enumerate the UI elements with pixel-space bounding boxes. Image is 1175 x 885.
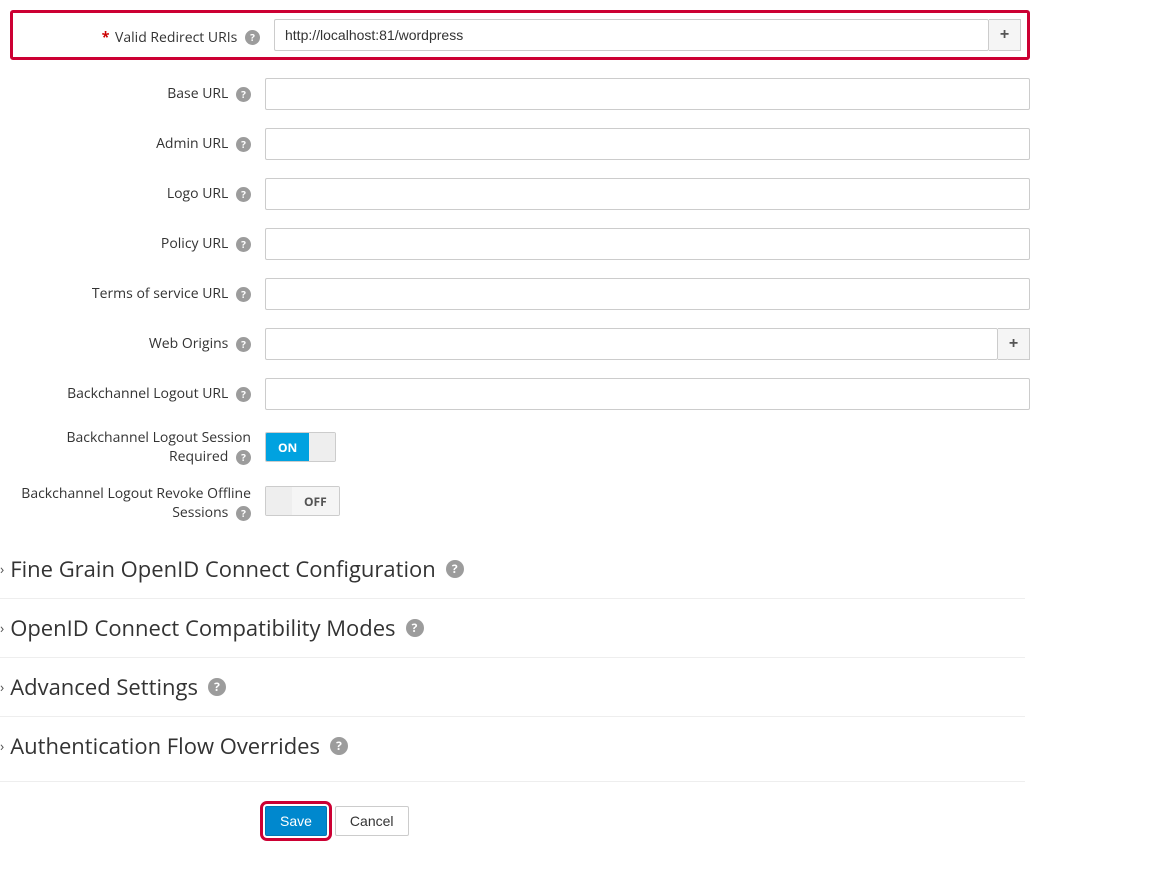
backchannel-logout-url-input[interactable] [265,378,1030,410]
add-redirect-uri-button[interactable]: + [989,19,1021,51]
chevron-right-icon: › [0,678,4,697]
admin-url-row: Admin URL ? [10,128,1030,160]
chevron-right-icon: › [0,560,4,579]
base-url-input[interactable] [265,78,1030,110]
logo-url-row: Logo URL ? [10,178,1030,210]
help-icon[interactable]: ? [236,237,251,252]
section-title: Fine Grain OpenID Connect Configuration [10,554,436,584]
backchannel-logout-session-required-row: Backchannel Logout Session Required ? ON [10,428,1030,466]
section-title: Advanced Settings [10,672,198,702]
plus-icon: + [1009,335,1018,353]
help-icon[interactable]: ? [236,506,251,521]
section-fine-grain-openid[interactable]: › Fine Grain OpenID Connect Configuratio… [0,540,1025,598]
valid-redirect-uris-input[interactable] [274,19,989,51]
backchannel-logout-session-required-toggle[interactable]: ON [265,432,336,462]
required-asterisk: * [102,28,110,47]
admin-url-label: Admin URL ? [10,128,265,153]
cancel-button[interactable]: Cancel [335,806,409,836]
section-auth-flow-overrides[interactable]: › Authentication Flow Overrides ? [0,716,1025,775]
save-button[interactable]: Save [265,806,327,836]
policy-url-label: Policy URL ? [10,228,265,253]
help-icon[interactable]: ? [236,87,251,102]
section-title: OpenID Connect Compatibility Modes [10,613,395,643]
backchannel-logout-revoke-row: Backchannel Logout Revoke Offline Sessio… [10,484,1030,522]
tos-url-label: Terms of service URL ? [10,278,265,303]
backchannel-logout-url-label: Backchannel Logout URL ? [10,378,265,403]
help-icon[interactable]: ? [446,560,464,578]
web-origins-input[interactable] [265,328,998,360]
logo-url-input[interactable] [265,178,1030,210]
form-actions: Save Cancel [265,806,1175,836]
logo-url-label: Logo URL ? [10,178,265,203]
backchannel-logout-revoke-label: Backchannel Logout Revoke Offline Sessio… [10,484,265,522]
backchannel-logout-revoke-toggle[interactable]: OFF [265,486,340,516]
toggle-on-label: ON [266,433,309,461]
tos-url-input[interactable] [265,278,1030,310]
plus-icon: + [1000,26,1009,44]
backchannel-logout-url-row: Backchannel Logout URL ? [10,378,1030,410]
help-icon[interactable]: ? [236,187,251,202]
help-icon[interactable]: ? [236,287,251,302]
web-origins-row: Web Origins ? + [10,328,1030,360]
valid-redirect-uris-row: * Valid Redirect URIs ? + [10,10,1030,60]
help-icon[interactable]: ? [236,387,251,402]
help-icon[interactable]: ? [236,137,251,152]
valid-redirect-uris-label: * Valid Redirect URIs ? [19,24,274,47]
section-openid-compat-modes[interactable]: › OpenID Connect Compatibility Modes ? [0,598,1025,657]
base-url-label: Base URL ? [10,78,265,103]
chevron-right-icon: › [0,737,4,756]
base-url-row: Base URL ? [10,78,1030,110]
admin-url-input[interactable] [265,128,1030,160]
tos-url-row: Terms of service URL ? [10,278,1030,310]
policy-url-row: Policy URL ? [10,228,1030,260]
backchannel-logout-session-required-label: Backchannel Logout Session Required ? [10,428,265,466]
help-icon[interactable]: ? [236,450,251,465]
add-web-origin-button[interactable]: + [998,328,1030,360]
policy-url-input[interactable] [265,228,1030,260]
help-icon[interactable]: ? [208,678,226,696]
section-title: Authentication Flow Overrides [10,731,320,761]
toggle-handle [309,433,335,461]
section-advanced-settings[interactable]: › Advanced Settings ? [0,657,1025,716]
toggle-handle [266,487,292,515]
help-icon[interactable]: ? [330,737,348,755]
toggle-off-label: OFF [292,487,339,515]
web-origins-label: Web Origins ? [10,328,265,353]
help-icon[interactable]: ? [245,30,260,45]
help-icon[interactable]: ? [236,337,251,352]
help-icon[interactable]: ? [406,619,424,637]
chevron-right-icon: › [0,619,4,638]
